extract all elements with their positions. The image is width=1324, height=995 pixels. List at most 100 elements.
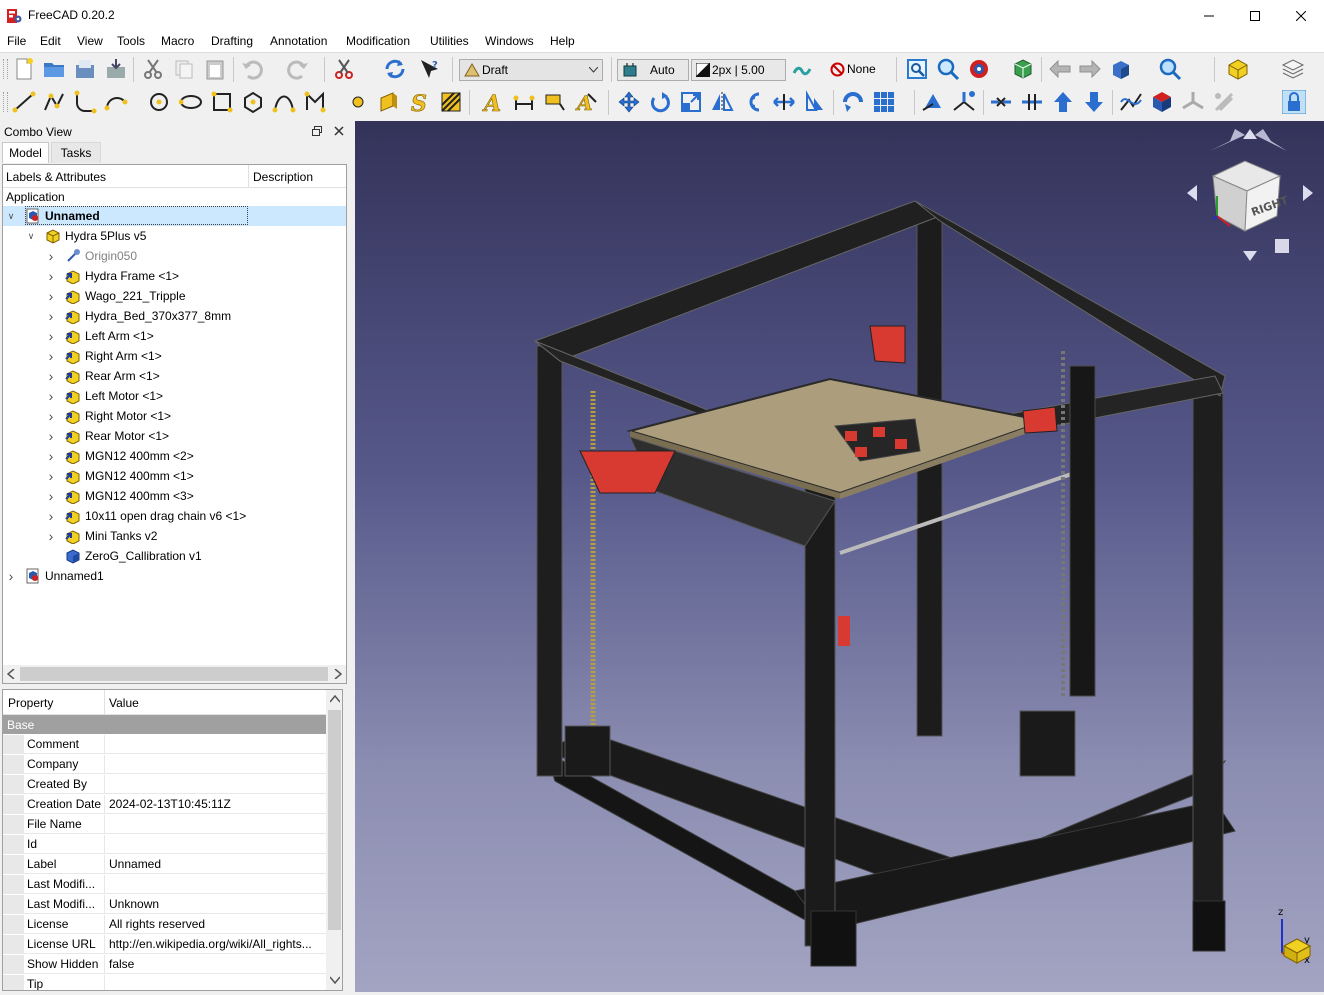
property-row[interactable]: Last Modifi...	[3, 875, 326, 895]
tree-item[interactable]: › Right Arm <1>	[3, 346, 346, 366]
property-value[interactable]: 2024-02-13T10:45:11Z	[104, 795, 326, 814]
property-value[interactable]	[104, 755, 326, 774]
tree-item[interactable]: ∨ Hydra 5Plus v5	[3, 226, 346, 246]
float-panel-icon[interactable]	[312, 126, 322, 136]
line-tool-icon[interactable]	[12, 90, 36, 114]
arc-tool-icon[interactable]	[104, 90, 128, 114]
rectangle-tool-icon[interactable]	[210, 90, 234, 114]
property-group-base[interactable]: Base	[3, 715, 326, 734]
point-tool-icon[interactable]	[346, 90, 370, 114]
expand-arrow-icon[interactable]: ›	[45, 269, 57, 283]
draft-to-sketch-icon[interactable]	[1181, 90, 1205, 114]
text-tool-icon[interactable]: A	[481, 90, 505, 114]
move-tool-icon[interactable]	[617, 90, 641, 114]
collapse-arrow-icon[interactable]: ∨	[25, 229, 37, 243]
cut-icon[interactable]	[141, 57, 165, 81]
scroll-down-icon[interactable]	[330, 976, 340, 984]
expand-arrow-icon[interactable]: ›	[45, 349, 57, 363]
tree-item[interactable]: › Left Motor <1>	[3, 386, 346, 406]
workbench-selector[interactable]: Draft	[459, 59, 603, 81]
expand-arrow-icon[interactable]: ›	[5, 569, 17, 583]
mirror-tool-icon[interactable]	[710, 90, 734, 114]
property-value[interactable]	[104, 815, 326, 834]
expand-arrow-icon[interactable]: ›	[45, 389, 57, 403]
ortho-array-icon[interactable]	[872, 90, 896, 114]
join-tool-icon[interactable]	[989, 90, 1013, 114]
scrollbar-thumb[interactable]	[328, 710, 341, 930]
tree-item[interactable]: › MGN12 400mm <2>	[3, 446, 346, 466]
offset-tool-icon[interactable]	[741, 90, 765, 114]
copy-icon[interactable]	[172, 57, 196, 81]
wire-to-bspline-icon[interactable]	[1119, 90, 1143, 114]
nav-left-arrow-icon[interactable]	[1187, 185, 1197, 201]
array-tool-icon[interactable]	[841, 90, 865, 114]
tree-item[interactable]: › Origin050	[3, 246, 346, 266]
tree-item[interactable]: › Hydra_Bed_370x377_8mm	[3, 306, 346, 326]
nav-down-arrow-icon[interactable]	[1243, 251, 1257, 261]
property-vertical-scrollbar[interactable]	[326, 690, 342, 990]
tree-item[interactable]: › Rear Arm <1>	[3, 366, 346, 386]
col-labels-attributes[interactable]: Labels & Attributes	[6, 170, 106, 184]
property-row[interactable]: License URL http://en.wikipedia.org/wiki/…	[3, 935, 326, 955]
shapestring-icon[interactable]: S	[408, 90, 432, 114]
expand-arrow-icon[interactable]: ›	[45, 509, 57, 523]
redo-icon[interactable]	[286, 57, 310, 81]
bounding-box-icon[interactable]	[1011, 57, 1035, 81]
undo-icon[interactable]	[240, 57, 264, 81]
expand-arrow-icon[interactable]: ›	[45, 449, 57, 463]
menu-macro[interactable]: Macro	[161, 34, 194, 48]
property-value[interactable]: http://en.wikipedia.org/wiki/All_rights.…	[104, 935, 326, 954]
col-property[interactable]: Property	[8, 696, 53, 710]
property-row[interactable]: Created By	[3, 775, 326, 795]
expand-arrow-icon[interactable]: ›	[45, 249, 57, 263]
recompute-icon[interactable]	[383, 57, 407, 81]
ellipse-tool-icon[interactable]	[179, 90, 203, 114]
menu-view[interactable]: View	[77, 34, 103, 48]
tree-item[interactable]: › Hydra Frame <1>	[3, 266, 346, 286]
nav-right-arrow-icon[interactable]	[1303, 185, 1313, 201]
model-tree[interactable]: Labels & Attributes Description Applicat…	[2, 164, 347, 684]
property-row[interactable]: Show Hidden false	[3, 955, 326, 975]
expand-arrow-icon[interactable]: ›	[45, 369, 57, 383]
expand-arrow-icon[interactable]: ›	[45, 489, 57, 503]
view-menu-icon[interactable]	[1275, 239, 1289, 253]
property-value[interactable]	[104, 735, 326, 754]
shape-2d-view-icon[interactable]	[1150, 90, 1174, 114]
collapse-arrow-icon[interactable]: ∨	[5, 209, 17, 223]
scrollbar-thumb[interactable]	[20, 667, 328, 681]
fit-all-icon[interactable]	[905, 57, 929, 81]
property-row[interactable]: Creation Date 2024-02-13T10:45:11Z	[3, 795, 326, 815]
tab-model[interactable]: Model	[2, 142, 49, 163]
upgrade-tool-icon[interactable]	[921, 90, 945, 114]
expand-arrow-icon[interactable]: ›	[45, 469, 57, 483]
layers-icon[interactable]	[1281, 57, 1305, 81]
tree-item[interactable]: › Right Motor <1>	[3, 406, 346, 426]
draw-style-icon[interactable]	[967, 57, 991, 81]
rotate-tool-icon[interactable]	[648, 90, 672, 114]
whats-this-icon[interactable]: ?	[418, 57, 442, 81]
annotation-style-icon[interactable]: A	[574, 90, 598, 114]
expand-arrow-icon[interactable]: ›	[45, 529, 57, 543]
clone-tool-icon[interactable]	[803, 90, 827, 114]
property-row[interactable]: License All rights reserved	[3, 915, 326, 935]
expand-arrow-icon[interactable]: ›	[45, 289, 57, 303]
property-row[interactable]: Label Unnamed	[3, 855, 326, 875]
polyline-tool-icon[interactable]	[42, 90, 66, 114]
zoom-icon[interactable]	[1158, 57, 1182, 81]
construction-mode-icon[interactable]	[790, 57, 814, 81]
col-description[interactable]: Description	[253, 170, 313, 184]
menu-windows[interactable]: Windows	[485, 34, 534, 48]
forward-arrow-icon[interactable]	[1078, 57, 1102, 81]
expand-arrow-icon[interactable]: ›	[45, 329, 57, 343]
move-down-icon[interactable]	[1082, 90, 1106, 114]
new-document-icon[interactable]	[12, 57, 36, 81]
paste-icon[interactable]	[203, 57, 227, 81]
nav-up-arrow-icon[interactable]	[1243, 129, 1257, 139]
col-value[interactable]: Value	[109, 696, 139, 710]
toolbar-grip[interactable]	[3, 92, 8, 112]
hatch-icon[interactable]	[439, 90, 463, 114]
scroll-up-icon[interactable]	[330, 695, 340, 703]
toolbar-grip[interactable]	[3, 59, 8, 79]
menu-drafting[interactable]: Drafting	[211, 34, 253, 48]
property-row[interactable]: Id	[3, 835, 326, 855]
